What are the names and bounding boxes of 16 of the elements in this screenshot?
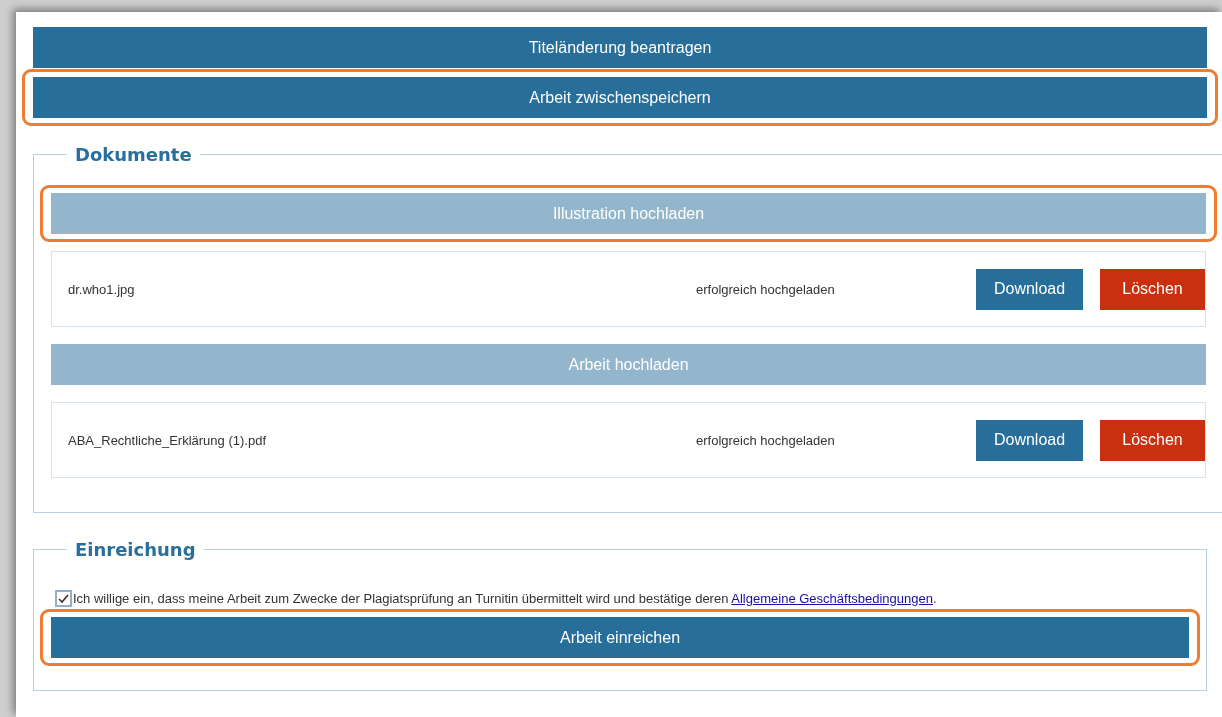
delete-button[interactable]: Löschen	[1100, 268, 1205, 310]
section-title: Einreichung	[74, 539, 197, 560]
upload-status: erfolgreich hochgeladen	[696, 432, 836, 448]
download-button[interactable]: Download	[976, 419, 1083, 461]
section-title: Dokumente	[74, 144, 193, 165]
consent-checkbox[interactable]	[55, 590, 72, 607]
upload-status: erfolgreich hochgeladen	[696, 281, 836, 297]
action-button[interactable]: Arbeit zwischenspeichern	[33, 77, 1207, 118]
action-button[interactable]: Titeländerung beantragen	[33, 27, 1207, 68]
submit-button[interactable]: Arbeit einreichen	[51, 617, 1189, 658]
consent-text: Ich willige ein, dass meine Arbeit zum Zwecke der Plagiatsprüfung an Turnitin übermittelt wird und bestätige deren Allgemeine Geschäftsbedingungen.	[73, 591, 937, 606]
download-button[interactable]: Download	[976, 268, 1083, 310]
file-name: ABA_Rechtliche_Erklärung (1).pdf	[68, 432, 267, 448]
delete-button[interactable]: Löschen	[1100, 419, 1205, 461]
file-name: dr.who1.jpg	[68, 281, 136, 297]
terms-link[interactable]: Allgemeine Geschäftsbedingungen	[731, 591, 933, 606]
